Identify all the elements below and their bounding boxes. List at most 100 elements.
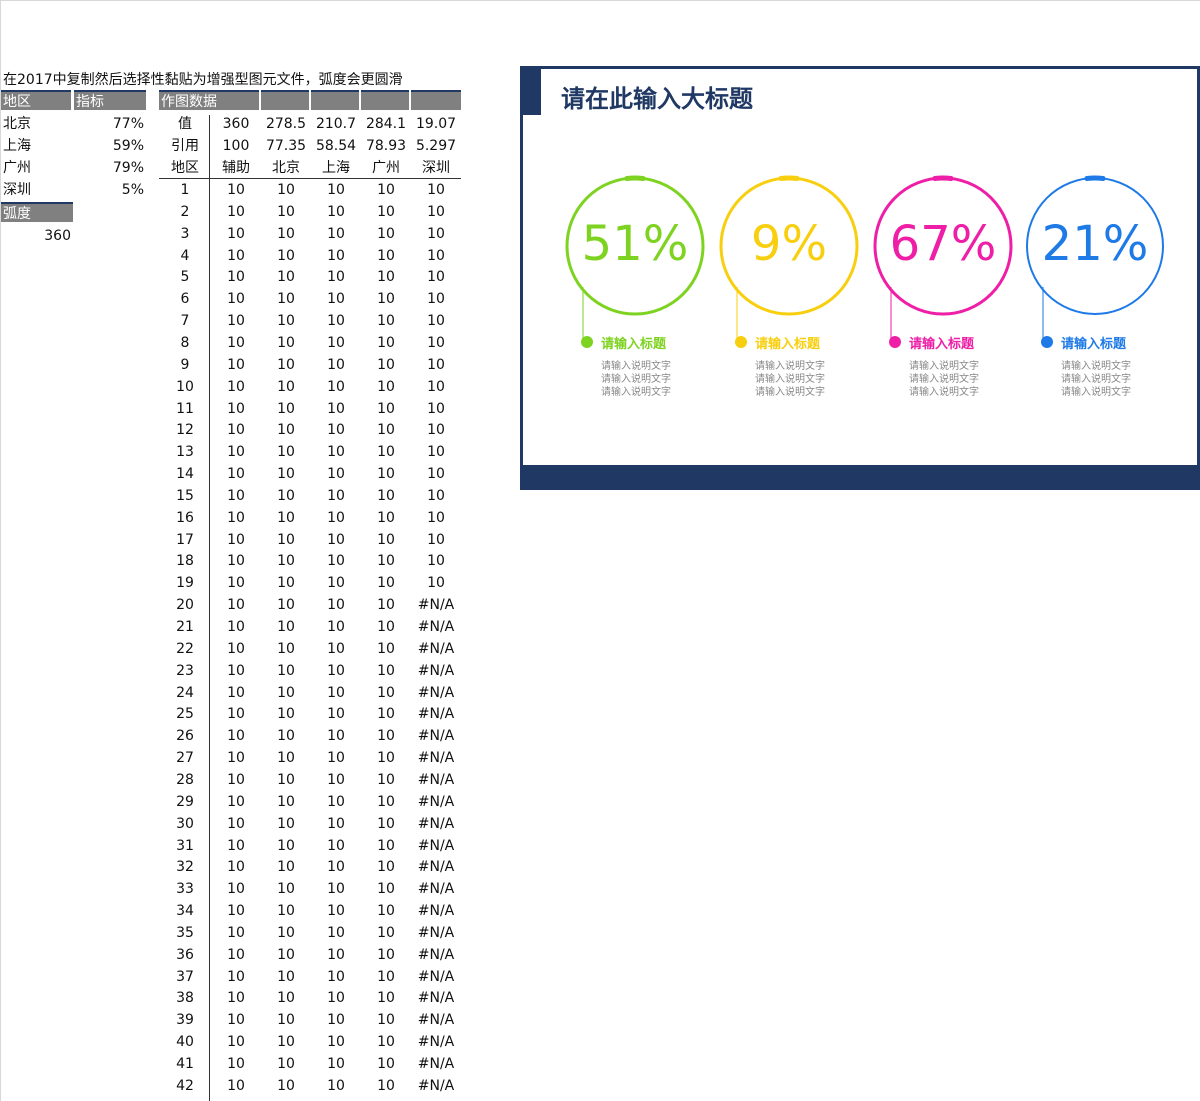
table-cell[interactable]: 10	[361, 377, 411, 397]
table-cell[interactable]: 10	[261, 814, 311, 834]
item-description[interactable]: 请输入说明文字	[755, 360, 825, 373]
table-cell[interactable]: 10	[261, 377, 311, 397]
table-cell[interactable]: 10	[261, 464, 311, 484]
table-cell[interactable]: 10	[411, 508, 461, 528]
table-cell[interactable]: 10	[211, 311, 261, 331]
table-cell[interactable]: 10	[311, 726, 361, 746]
table-cell[interactable]: 10	[211, 267, 261, 287]
table-cell[interactable]: 10	[361, 1032, 411, 1052]
table-cell[interactable]: 10	[311, 399, 361, 419]
table-cell[interactable]: 3	[160, 224, 210, 244]
table-cell[interactable]: 10	[211, 617, 261, 637]
table-cell[interactable]: 17	[160, 530, 210, 550]
table-cell[interactable]: 10	[361, 857, 411, 877]
table-cell[interactable]: 10	[211, 486, 261, 506]
item-description[interactable]: 请输入说明文字	[1061, 373, 1131, 386]
indicator-cell[interactable]: 79%	[74, 158, 144, 178]
table-cell[interactable]: #N/A	[411, 1076, 461, 1096]
table-cell[interactable]: 1	[160, 180, 210, 200]
table-cell[interactable]: 10	[361, 289, 411, 309]
value-row-cell[interactable]: 284.1	[361, 114, 411, 134]
table-cell[interactable]: #N/A	[411, 879, 461, 899]
table-cell[interactable]: 10	[361, 595, 411, 615]
table-cell[interactable]: 5	[160, 267, 210, 287]
header-indicator[interactable]: 指标	[74, 90, 146, 110]
table-cell[interactable]: 10	[311, 836, 361, 856]
percent-label[interactable]: 67%	[873, 216, 1013, 272]
table-cell[interactable]: 14	[160, 464, 210, 484]
table-cell[interactable]: 10	[211, 377, 261, 397]
percent-label[interactable]: 51%	[565, 216, 705, 272]
table-cell[interactable]: 27	[160, 748, 210, 768]
percent-label[interactable]: 21%	[1025, 216, 1165, 272]
table-cell[interactable]: 10	[311, 967, 361, 987]
value-row-cell[interactable]: 值	[160, 114, 210, 134]
table-cell[interactable]: 10	[311, 442, 361, 462]
table-cell[interactable]: 10	[311, 748, 361, 768]
column-header-cell[interactable]: 上海	[311, 158, 361, 178]
table-cell[interactable]: 24	[160, 683, 210, 703]
table-cell[interactable]: 10	[261, 267, 311, 287]
table-cell[interactable]: 10	[311, 814, 361, 834]
table-cell[interactable]: 10	[361, 1054, 411, 1074]
table-cell[interactable]: 10	[211, 573, 261, 593]
table-cell[interactable]: 20	[160, 595, 210, 615]
table-cell[interactable]: 10	[261, 879, 311, 899]
table-cell[interactable]: 10	[261, 639, 311, 659]
table-cell[interactable]: 21	[160, 617, 210, 637]
table-cell[interactable]: 10	[261, 857, 311, 877]
table-cell[interactable]: 10	[311, 617, 361, 637]
table-cell[interactable]: 10	[211, 442, 261, 462]
table-cell[interactable]: 10	[211, 945, 261, 965]
table-cell[interactable]: 10	[261, 683, 311, 703]
table-cell[interactable]: 2	[160, 202, 210, 222]
table-cell[interactable]: 10	[361, 442, 411, 462]
table-cell[interactable]: 10	[261, 748, 311, 768]
table-cell[interactable]: 10	[311, 377, 361, 397]
table-cell[interactable]: 10	[261, 180, 311, 200]
table-cell[interactable]: 10	[211, 595, 261, 615]
table-cell[interactable]: 10	[261, 945, 311, 965]
table-cell[interactable]: #N/A	[411, 683, 461, 703]
table-cell[interactable]: 10	[361, 879, 411, 899]
table-cell[interactable]: 10	[261, 530, 311, 550]
table-cell[interactable]: 22	[160, 639, 210, 659]
region-cell[interactable]: 北京	[3, 114, 31, 134]
table-cell[interactable]: 10	[261, 1054, 311, 1074]
table-cell[interactable]: 41	[160, 1054, 210, 1074]
ref-row-cell[interactable]: 引用	[160, 136, 210, 156]
table-cell[interactable]: 10	[211, 923, 261, 943]
table-cell[interactable]: 10	[311, 988, 361, 1008]
table-cell[interactable]: 10	[261, 704, 311, 724]
table-cell[interactable]: 10	[411, 420, 461, 440]
table-cell[interactable]: 10	[261, 967, 311, 987]
table-cell[interactable]: 10	[311, 901, 361, 921]
table-cell[interactable]: 39	[160, 1010, 210, 1030]
table-cell[interactable]: 29	[160, 792, 210, 812]
table-cell[interactable]: 10	[211, 792, 261, 812]
ref-row-cell[interactable]: 58.54	[311, 136, 361, 156]
table-cell[interactable]: 10	[361, 988, 411, 1008]
table-cell[interactable]: 10	[411, 377, 461, 397]
item-description[interactable]: 请输入说明文字	[909, 373, 979, 386]
table-cell[interactable]: 10	[361, 683, 411, 703]
table-cell[interactable]: 10	[361, 967, 411, 987]
table-cell[interactable]: 10	[311, 792, 361, 812]
item-description[interactable]: 请输入说明文字	[755, 386, 825, 399]
table-cell[interactable]: 10	[361, 551, 411, 571]
table-cell[interactable]: #N/A	[411, 748, 461, 768]
table-cell[interactable]: 10	[361, 1076, 411, 1096]
table-cell[interactable]: #N/A	[411, 836, 461, 856]
table-cell[interactable]: 10	[261, 595, 311, 615]
table-cell[interactable]: 10	[311, 464, 361, 484]
item-description[interactable]: 请输入说明文字	[909, 386, 979, 399]
table-cell[interactable]: 10	[361, 792, 411, 812]
table-cell[interactable]: 10	[261, 289, 311, 309]
table-cell[interactable]: 10	[261, 311, 311, 331]
table-cell[interactable]: 10	[411, 464, 461, 484]
table-cell[interactable]: 11	[160, 399, 210, 419]
table-cell[interactable]: 10	[311, 704, 361, 724]
table-cell[interactable]: 10	[411, 486, 461, 506]
item-description[interactable]: 请输入说明文字	[601, 373, 671, 386]
ref-row-cell[interactable]: 77.35	[261, 136, 311, 156]
